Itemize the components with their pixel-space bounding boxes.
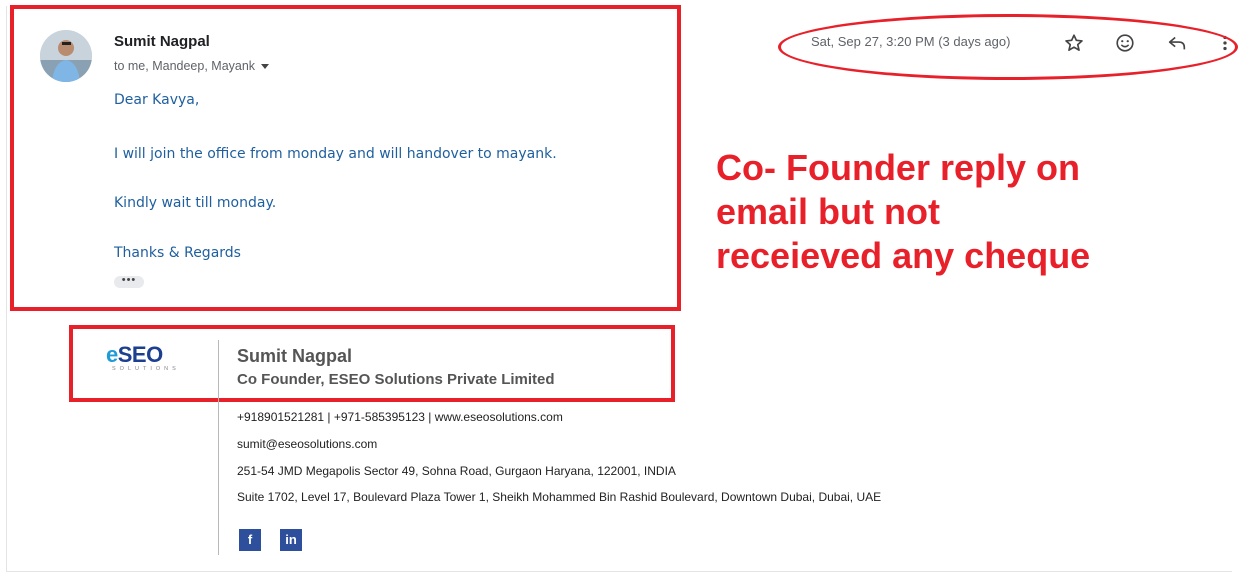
logo-text: SEO (117, 342, 163, 367)
logo-subtitle: SOLUTIONS (112, 366, 180, 372)
eseo-logo: eSEO SOLUTIONS (106, 342, 204, 382)
facebook-icon[interactable]: f (239, 529, 261, 551)
signature-address-india: 251-54 JMD Megapolis Sector 49, Sohna Ro… (237, 464, 676, 478)
annotation-line: Co- Founder reply on (716, 147, 1080, 188)
signature-title: Co Founder, ESEO Solutions Private Limit… (237, 371, 555, 388)
highlight-box-body (10, 5, 681, 311)
logo-letter: e (106, 342, 118, 367)
annotation-line: receieved any cheque (716, 235, 1091, 276)
signature-divider (218, 340, 219, 555)
annotation-line: email but not (716, 191, 940, 232)
linkedin-icon[interactable]: in (280, 529, 302, 551)
signature-name: Sumit Nagpal (237, 346, 353, 366)
signature-email[interactable]: sumit@eseosolutions.com (237, 437, 377, 451)
annotation-text: Co- Founder reply on email but not recei… (716, 146, 1186, 278)
signature-contact[interactable]: +918901521281 | +971-585395123 | www.ese… (237, 410, 563, 424)
highlight-oval-date (778, 14, 1238, 80)
signature-address-dubai: Suite 1702, Level 17, Boulevard Plaza To… (237, 490, 882, 504)
